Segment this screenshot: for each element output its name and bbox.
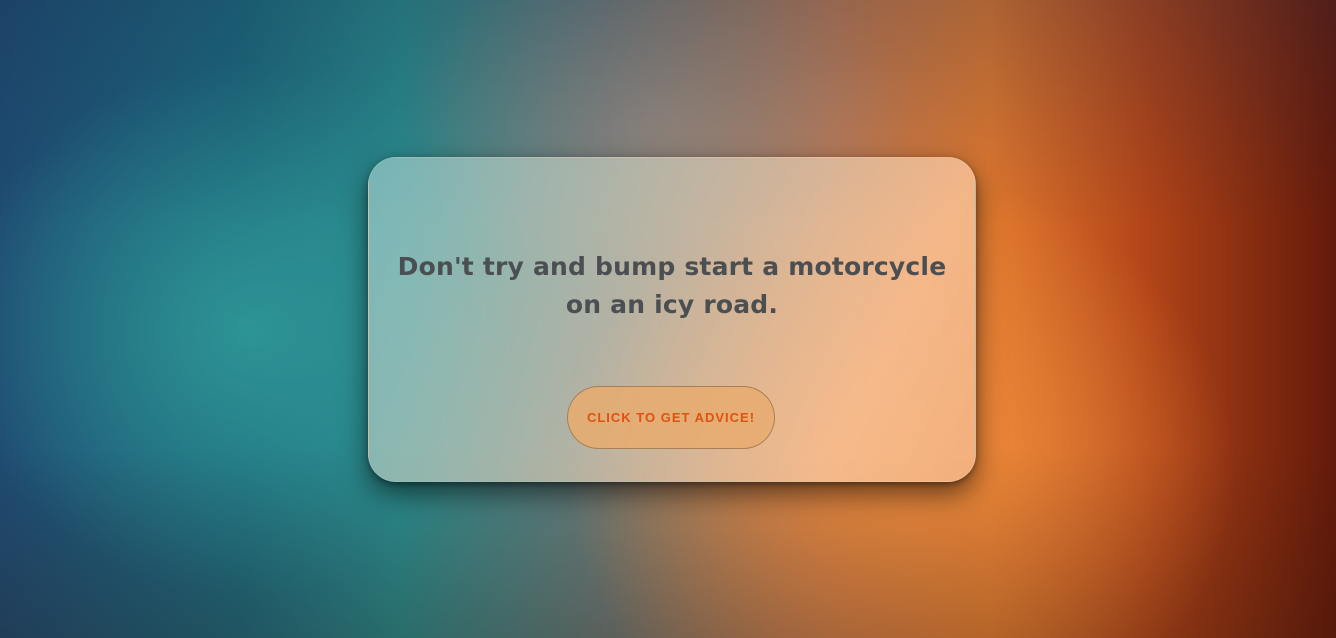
advice-text: Don't try and bump start a motorcycle on…	[397, 252, 947, 319]
get-advice-button[interactable]: CLICK TO GET ADVICE!	[567, 386, 775, 449]
advice-card: Don't try and bump start a motorcycle on…	[368, 157, 976, 482]
